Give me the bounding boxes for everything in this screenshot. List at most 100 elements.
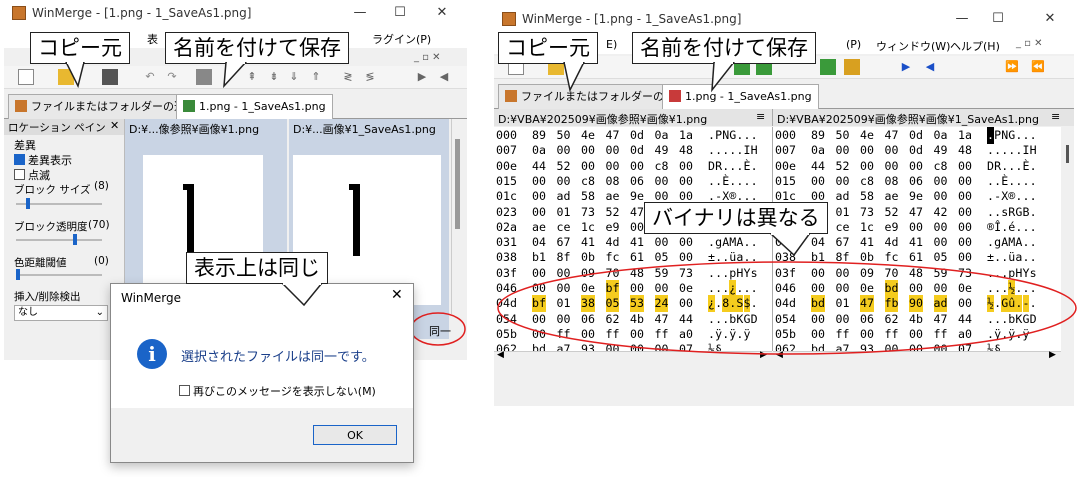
callout-tail-right-1 bbox=[563, 62, 585, 93]
last-diff-icon[interactable]: ⇑ bbox=[308, 69, 324, 85]
block-alpha-slider[interactable] bbox=[16, 234, 102, 245]
merge-all-icon[interactable] bbox=[844, 59, 860, 75]
ok-button[interactable]: OK bbox=[313, 425, 397, 445]
binary-compare-icon bbox=[669, 90, 681, 102]
dont-show-again-checkbox[interactable]: 再びこのメッセージを表示しない(M) bbox=[179, 383, 376, 399]
block-size-slider-thumb[interactable] bbox=[26, 198, 30, 209]
maximize-button[interactable]: ☐ bbox=[982, 10, 1014, 28]
close-button[interactable]: ✕ bbox=[1034, 10, 1066, 28]
merge-icon[interactable] bbox=[820, 59, 836, 75]
tab-image-compare[interactable]: 1.png - 1_SaveAs1.png bbox=[176, 94, 333, 119]
blink-label: 点滅 bbox=[28, 169, 50, 182]
copy-all-left-icon[interactable]: ⏪ bbox=[1030, 59, 1046, 75]
right-window-title: WinMerge - [1.png - 1_SaveAs1.png] bbox=[522, 12, 742, 26]
blink-checkbox[interactable]: 点滅 bbox=[14, 167, 50, 183]
show-diff-checkbox[interactable]: 差異表示 bbox=[14, 152, 72, 168]
menu-edit-fragment[interactable]: E) bbox=[606, 38, 617, 51]
image-left-glyph-serif bbox=[183, 184, 189, 190]
merge-icon[interactable]: ≷ bbox=[340, 69, 356, 85]
menu-plugin-fragment[interactable]: ラグイン(P) bbox=[372, 31, 431, 47]
menu-view-fragment[interactable]: 表 bbox=[147, 31, 158, 47]
print-icon[interactable] bbox=[196, 69, 212, 85]
ok-button-label: OK bbox=[347, 429, 363, 442]
menu-window[interactable]: ウィンドウ(W) bbox=[876, 38, 950, 54]
color-threshold-slider[interactable] bbox=[16, 269, 102, 280]
path-header-left: D:¥VBA¥202509¥画像参照¥画像¥1.png ≡ bbox=[494, 109, 773, 126]
color-threshold-slider-thumb[interactable] bbox=[16, 269, 20, 280]
winmerge-app-icon bbox=[12, 6, 26, 20]
save-icon[interactable] bbox=[102, 69, 118, 85]
insert-delete-select[interactable]: なし ⌄ bbox=[14, 305, 108, 321]
tab-file-select-label: ファイルまたはフォルダーの選択 bbox=[31, 100, 196, 113]
tab-binary-compare-label: 1.png - 1_SaveAs1.png bbox=[685, 90, 812, 103]
dont-show-again-label: 再びこのメッセージを表示しない(M) bbox=[193, 385, 376, 398]
status-highlight-ellipse bbox=[410, 312, 466, 346]
color-threshold-value: (0) bbox=[94, 255, 109, 267]
location-pane-title: ロケーション ペイン ✕ bbox=[4, 119, 124, 135]
insert-delete-label: 挿入/削除検出 bbox=[14, 291, 81, 303]
menu-plugin-fragment[interactable]: (P) bbox=[846, 38, 861, 51]
location-pane: ロケーション ペイン ✕ 差異 差異表示 点滅 ブロック サイズ (8) ブロッ… bbox=[4, 119, 125, 345]
block-alpha-label: ブロック透明度 bbox=[14, 221, 88, 233]
image-pane-left-header: D:¥...像参照¥画像¥1.png bbox=[129, 123, 260, 136]
scroll-thumb[interactable] bbox=[1066, 145, 1069, 163]
dialog-message: 選択されたファイルは同一です。 bbox=[181, 350, 375, 365]
menu-lines-icon[interactable]: ≡ bbox=[756, 110, 765, 123]
minimize-button[interactable]: — bbox=[344, 4, 376, 22]
right-titlebar: WinMerge - [1.png - 1_SaveAs1.png] — ☐ ✕ bbox=[494, 6, 1074, 34]
dialog-close-icon[interactable]: ✕ bbox=[391, 287, 403, 303]
mdi-controls[interactable]: _ ▫ ✕ bbox=[414, 52, 441, 63]
info-dialog: WinMerge ✕ i 選択されたファイルは同一です。 再びこのメッセージを表… bbox=[110, 283, 414, 463]
callout-tail-left-2 bbox=[223, 62, 248, 89]
close-button[interactable]: ✕ bbox=[426, 4, 458, 22]
new-icon[interactable] bbox=[18, 69, 34, 85]
callout-save-as-left: 名前を付けて保存 bbox=[165, 32, 349, 64]
redo-icon[interactable]: ↷ bbox=[164, 69, 180, 85]
insert-delete-value: なし bbox=[18, 307, 38, 318]
path-header-right: D:¥VBA¥202509¥画像参照¥画像¥1_SaveAs1.png ≡ bbox=[773, 109, 1074, 126]
mdi-controls[interactable]: _ ▫ ✕ bbox=[1016, 38, 1043, 49]
callout-tail-binary-differs bbox=[770, 233, 811, 257]
merge-all-icon[interactable]: ≶ bbox=[362, 69, 378, 85]
block-alpha-slider-thumb[interactable] bbox=[73, 234, 77, 245]
copy-right-icon[interactable]: ▶ bbox=[414, 69, 430, 85]
diff-section-label: 差異 bbox=[14, 139, 36, 152]
tab-file-select[interactable]: ファイルまたはフォルダーの選択 bbox=[8, 94, 203, 119]
first-diff-icon[interactable]: ⇓ bbox=[286, 69, 302, 85]
menu-help[interactable]: ヘルプ(H) bbox=[950, 38, 1000, 54]
undo-icon[interactable]: ↶ bbox=[142, 69, 158, 85]
callout-display-same: 表示上は同じ bbox=[186, 252, 328, 284]
show-diff-label: 差異表示 bbox=[28, 154, 72, 167]
callout-save-as-right: 名前を付けて保存 bbox=[632, 32, 816, 64]
menu-lines-icon[interactable]: ≡ bbox=[1051, 110, 1060, 123]
location-pane-close-icon[interactable]: ✕ bbox=[110, 119, 119, 132]
next-diff-icon[interactable]: ⇟ bbox=[266, 69, 282, 85]
callout-copy-source-left: コピー元 bbox=[30, 32, 130, 64]
copy-all-right-icon[interactable]: ⏩ bbox=[1004, 59, 1020, 75]
block-size-value: (8) bbox=[94, 180, 109, 192]
checkbox-empty-icon bbox=[179, 385, 190, 396]
color-threshold-label: 色距離閾値 bbox=[14, 257, 67, 269]
checkmark-icon bbox=[14, 154, 25, 165]
block-alpha-value: (70) bbox=[88, 219, 110, 231]
dialog-title: WinMerge bbox=[121, 291, 181, 305]
block-size-label: ブロック サイズ bbox=[14, 184, 91, 196]
callout-binary-differs: バイナリは異なる bbox=[644, 202, 828, 234]
minimize-button[interactable]: — bbox=[946, 10, 978, 28]
image-vertical-scrollbar[interactable] bbox=[451, 119, 464, 314]
copy-left-icon[interactable]: ◀ bbox=[922, 59, 938, 75]
block-size-slider[interactable] bbox=[16, 198, 102, 209]
image-compare-icon bbox=[183, 100, 195, 112]
left-window-title: WinMerge - [1.png - 1_SaveAs1.png] bbox=[32, 6, 252, 20]
chevron-down-icon: ⌄ bbox=[95, 307, 104, 318]
scroll-thumb[interactable] bbox=[455, 139, 460, 229]
folder-compare-icon bbox=[15, 100, 27, 112]
callout-tail-left-1 bbox=[65, 62, 85, 89]
winmerge-app-icon bbox=[502, 12, 516, 26]
copy-left-icon[interactable]: ◀ bbox=[436, 69, 452, 85]
tab-image-compare-label: 1.png - 1_SaveAs1.png bbox=[199, 100, 326, 113]
image-pane-right-header: D:¥...画像¥1_SaveAs1.png bbox=[293, 123, 436, 136]
copy-right-icon[interactable]: ▶ bbox=[898, 59, 914, 75]
info-icon: i bbox=[137, 339, 167, 369]
maximize-button[interactable]: ☐ bbox=[384, 4, 416, 22]
